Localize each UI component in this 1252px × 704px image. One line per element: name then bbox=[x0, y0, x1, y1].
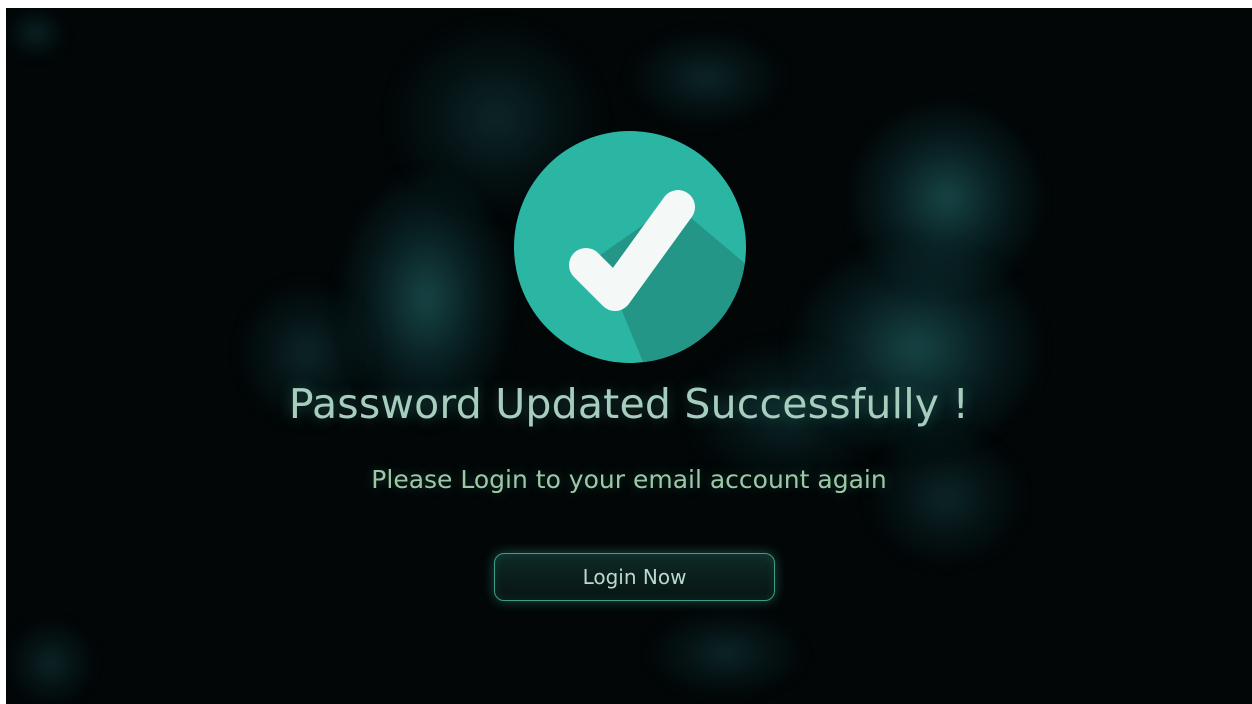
login-now-button[interactable]: Login Now bbox=[494, 553, 775, 601]
check-circle-icon bbox=[514, 131, 746, 363]
success-subtitle: Please Login to your email account again bbox=[371, 465, 887, 494]
success-screen: Password Updated Successfully ! Please L… bbox=[6, 8, 1252, 704]
success-title: Password Updated Successfully ! bbox=[288, 380, 970, 428]
success-content: Password Updated Successfully ! Please L… bbox=[6, 8, 1252, 704]
